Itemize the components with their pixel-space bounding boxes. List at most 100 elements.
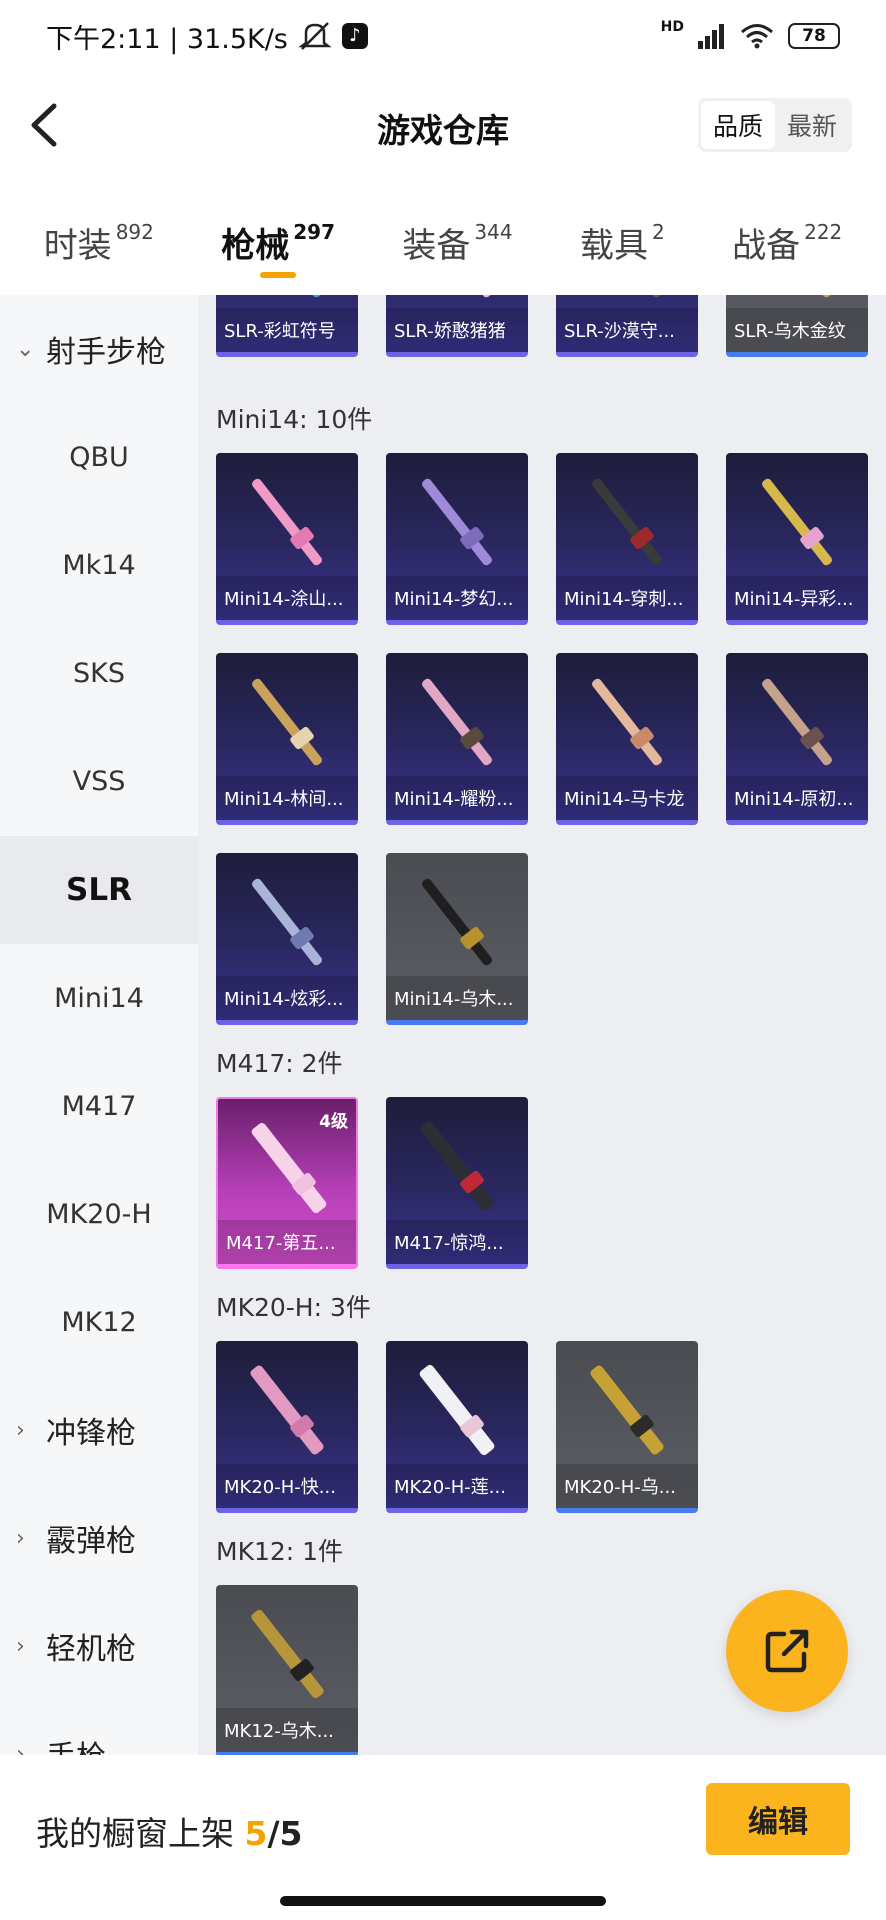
tab-equipment[interactable]: 装备 344 bbox=[402, 180, 512, 295]
item-name: Mini14-炫彩... bbox=[216, 976, 358, 1020]
header: 游戏仓库 品质 最新 bbox=[0, 72, 886, 180]
sidebar-group-label: 射手步枪 bbox=[46, 335, 166, 370]
item-name: SLR-彩虹符号 bbox=[216, 308, 358, 352]
item-card[interactable]: SLR-娇憨猪猪 bbox=[386, 295, 528, 357]
home-indicator[interactable] bbox=[280, 1896, 606, 1906]
item-name: Mini14-梦幻... bbox=[386, 576, 528, 620]
item-card[interactable]: Mini14-涂山... bbox=[216, 453, 358, 625]
sidebar-item-mini14[interactable]: Mini14 bbox=[0, 944, 198, 1052]
app-root: { "status_bar": { "time_speed": "下午2:11 … bbox=[0, 0, 886, 1920]
tab-count: 2 bbox=[651, 220, 665, 244]
item-card[interactable]: Mini14-乌木... bbox=[386, 853, 528, 1025]
network-label: HD bbox=[660, 19, 684, 35]
section-title-mk12: MK12: 1件 bbox=[216, 1537, 344, 1566]
item-card[interactable]: M417-惊鸿... bbox=[386, 1097, 528, 1269]
showcase-status: 我的橱窗上架 5/5 bbox=[36, 1807, 302, 1855]
weapon-skin-icon bbox=[590, 469, 664, 575]
sidebar-group-label: 冲锋枪 bbox=[46, 1416, 136, 1451]
tab-label: 战备 bbox=[732, 226, 801, 266]
chevron-down-icon: ⌄ bbox=[16, 336, 35, 362]
item-card[interactable]: Mini14-梦幻... bbox=[386, 453, 528, 625]
item-card[interactable]: MK12-乌木... bbox=[216, 1585, 358, 1755]
item-card[interactable]: MK20-H-快... bbox=[216, 1341, 358, 1513]
item-card[interactable]: SLR-彩虹符号 bbox=[216, 295, 358, 357]
tab-guns[interactable]: 枪械 297 bbox=[221, 180, 335, 295]
weapon-skin-icon bbox=[590, 295, 664, 307]
sort-quality-button[interactable]: 品质 bbox=[700, 101, 775, 149]
tab-count: 297 bbox=[293, 220, 336, 244]
item-name: SLR-乌木金纹 bbox=[726, 308, 868, 352]
sidebar-group-pistol[interactable]: › 手枪 bbox=[0, 1700, 198, 1755]
item-card[interactable]: 4级 M417-第五... bbox=[216, 1097, 358, 1269]
sidebar-item-sks[interactable]: SKS bbox=[0, 619, 198, 727]
sidebar-item-qbu[interactable]: QBU bbox=[0, 403, 198, 511]
item-name: Mini14-原初... bbox=[726, 776, 868, 820]
sidebar-group-smg[interactable]: › 冲锋枪 bbox=[0, 1376, 198, 1484]
sidebar-item-mk12[interactable]: MK12 bbox=[0, 1268, 198, 1376]
edit-button[interactable]: 编辑 bbox=[706, 1783, 850, 1855]
sidebar-group-label: 轻机枪 bbox=[46, 1632, 136, 1667]
section-title-mk20h: MK20-H: 3件 bbox=[216, 1293, 371, 1322]
weapon-skin-icon bbox=[760, 469, 834, 575]
showcase-total: /5 bbox=[267, 1814, 303, 1853]
item-name: MK20-H-莲... bbox=[386, 1464, 528, 1508]
weapon-skin-icon bbox=[248, 1357, 326, 1463]
share-button[interactable] bbox=[726, 1590, 848, 1712]
weapon-skin-icon bbox=[420, 669, 494, 775]
tab-fashion[interactable]: 时装 892 bbox=[44, 180, 154, 295]
item-card[interactable]: Mini14-炫彩... bbox=[216, 853, 358, 1025]
item-name: Mini14-马卡龙 bbox=[556, 776, 698, 820]
item-name: MK20-H-乌... bbox=[556, 1464, 698, 1508]
tab-label: 装备 bbox=[402, 226, 471, 266]
item-card[interactable]: Mini14-异彩... bbox=[726, 453, 868, 625]
sidebar-item-mk20h[interactable]: MK20-H bbox=[0, 1160, 198, 1268]
item-card[interactable]: SLR-沙漠守... bbox=[556, 295, 698, 357]
showcase-label: 我的橱窗上架 bbox=[36, 1814, 234, 1853]
section-title-mini14: Mini14: 10件 bbox=[216, 405, 373, 434]
section-title-m417: M417: 2件 bbox=[216, 1049, 343, 1078]
tab-vehicles[interactable]: 载具 2 bbox=[580, 180, 665, 295]
sidebar-group-shotgun[interactable]: › 霰弹枪 bbox=[0, 1484, 198, 1592]
item-name: Mini14-林间... bbox=[216, 776, 358, 820]
tab-count: 892 bbox=[115, 220, 154, 244]
item-card[interactable]: Mini14-原初... bbox=[726, 653, 868, 825]
item-name: M417-惊鸿... bbox=[386, 1220, 528, 1264]
weapon-skin-icon bbox=[760, 669, 834, 775]
weapon-skin-icon bbox=[250, 869, 324, 975]
sidebar-group-lmg[interactable]: › 轻机枪 bbox=[0, 1592, 198, 1700]
weapon-skin-icon bbox=[420, 469, 494, 575]
status-time-speed: 下午2:11 | 31.5K/s bbox=[46, 23, 288, 55]
tab-indicator bbox=[260, 272, 297, 278]
chevron-right-icon: › bbox=[16, 1525, 25, 1551]
showcase-current: 5 bbox=[244, 1814, 268, 1853]
weapon-skin-icon bbox=[249, 1601, 326, 1707]
share-icon bbox=[765, 1629, 809, 1673]
weapon-skin-icon bbox=[418, 1113, 496, 1219]
tiktok-icon: ♪ bbox=[341, 23, 368, 49]
weapon-skin-icon bbox=[250, 1115, 328, 1221]
chevron-right-icon: › bbox=[16, 1417, 25, 1443]
sidebar-group-dmr[interactable]: ⌄ 射手步枪 bbox=[0, 295, 198, 403]
item-card[interactable]: SLR-乌木金纹 bbox=[726, 295, 868, 357]
item-card[interactable]: Mini14-林间... bbox=[216, 653, 358, 825]
item-card[interactable]: MK20-H-乌... bbox=[556, 1341, 698, 1513]
chevron-right-icon: › bbox=[16, 1741, 25, 1756]
item-card[interactable]: MK20-H-莲... bbox=[386, 1341, 528, 1513]
item-card[interactable]: Mini14-耀粉... bbox=[386, 653, 528, 825]
weapon-skin-icon bbox=[420, 295, 494, 307]
item-name: Mini14-涂山... bbox=[216, 576, 358, 620]
wifi-icon bbox=[741, 24, 773, 49]
sort-latest-button[interactable]: 最新 bbox=[775, 101, 849, 149]
sidebar-item-vss[interactable]: VSS bbox=[0, 727, 198, 835]
tab-supplies[interactable]: 战备 222 bbox=[732, 180, 842, 295]
sidebar-item-m417[interactable]: M417 bbox=[0, 1052, 198, 1160]
item-name: Mini14-耀粉... bbox=[386, 776, 528, 820]
weapon-skin-icon bbox=[250, 469, 324, 575]
weapon-skin-icon bbox=[760, 295, 834, 307]
weapon-skin-icon bbox=[418, 1357, 496, 1463]
sidebar-item-slr[interactable]: SLR bbox=[0, 836, 198, 944]
item-card[interactable]: Mini14-穿刺... bbox=[556, 453, 698, 625]
item-card[interactable]: Mini14-马卡龙 bbox=[556, 653, 698, 825]
sidebar-group-label: 霰弹枪 bbox=[46, 1524, 136, 1559]
sidebar-item-mk14[interactable]: Mk14 bbox=[0, 511, 198, 619]
